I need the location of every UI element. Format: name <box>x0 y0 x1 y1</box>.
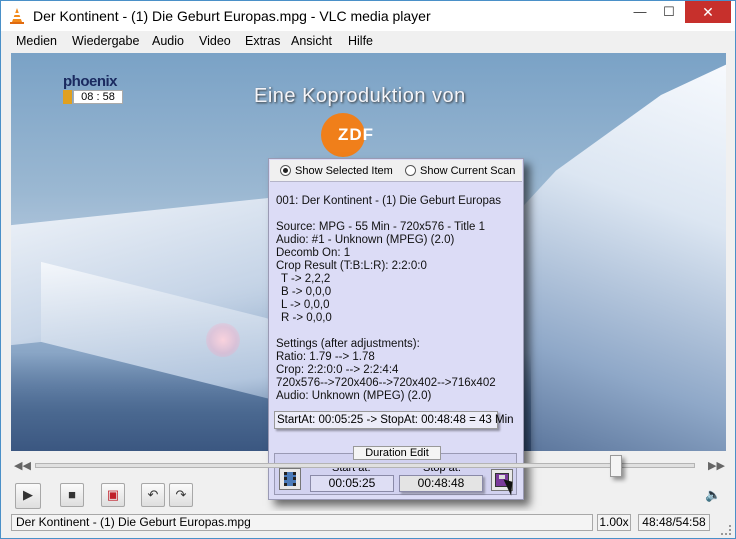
menu-wiedergabe[interactable]: Wiedergabe <box>72 34 139 48</box>
skip-back-icon[interactable]: ◀◀ <box>14 459 31 472</box>
vlc-window: Der Kontinent - (1) Die Geburt Europas.m… <box>0 0 736 539</box>
play-button[interactable]: ▶ <box>15 483 41 509</box>
status-time[interactable]: 48:48/54:58 <box>638 514 710 531</box>
info-crop-r-line: R -> 0,0,0 <box>281 312 332 324</box>
scan-info-panel: Show Selected Item Show Current Scan 001… <box>268 158 524 500</box>
menu-bar: Medien Wiedergabe Audio Video Extras Ans… <box>1 31 735 52</box>
menu-extras[interactable]: Extras <box>245 34 280 48</box>
view-mode-radios: Show Selected Item Show Current Scan <box>270 160 522 182</box>
info-source-line: Source: MPG - 55 Min - 720x576 - Title 1 <box>276 221 486 233</box>
info-crop-result-line: Crop Result (T:B:L:R): 2:2:0:0 <box>276 260 427 272</box>
info-crop-b-line: B -> 0,0,0 <box>281 286 332 298</box>
info-decomb-line: Decomb On: 1 <box>276 247 351 259</box>
info-crop-line: Crop: 2:2:0:0 --> 2:2:4:4 <box>276 364 399 376</box>
radio-selected-item-label[interactable]: Show Selected Item <box>295 165 393 177</box>
start-stop-summary: StartAt: 00:05:25 -> StopAt: 00:48:48 = … <box>274 411 514 429</box>
channel-logo-bar <box>63 90 72 104</box>
volume-icon[interactable]: 🔈 <box>705 487 721 503</box>
menu-ansicht[interactable]: Ansicht <box>291 34 332 48</box>
status-playback-speed[interactable]: 1.00x <box>597 514 631 531</box>
stop-button[interactable]: ■ <box>60 483 84 507</box>
video-caption: Eine Koproduktion von <box>254 85 466 107</box>
info-settings-header: Settings (after adjustments): <box>276 338 420 350</box>
seek-bar[interactable] <box>35 463 695 468</box>
video-lens-flare <box>206 323 240 357</box>
duration-edit-title: Duration Edit <box>353 446 441 460</box>
radio-current-scan-label[interactable]: Show Current Scan <box>420 165 515 177</box>
start-stop-summary-text: StartAt: 00:05:25 -> StopAt: 00:48:48 = … <box>277 414 514 426</box>
channel-logo-name: phoenix <box>63 73 118 90</box>
menu-audio[interactable]: Audio <box>152 34 184 48</box>
redo-button[interactable]: ↷ <box>169 483 193 507</box>
undo-button[interactable]: ↶ <box>141 483 165 507</box>
status-bar: Der Kontinent - (1) Die Geburt Europas.m… <box>1 511 735 538</box>
title-bar: Der Kontinent - (1) Die Geburt Europas.m… <box>1 1 735 31</box>
info-crop-l-line: L -> 0,0,0 <box>281 299 330 311</box>
close-button[interactable]: ✕ <box>685 1 731 23</box>
radio-current-scan[interactable] <box>405 165 416 176</box>
window-title: Der Kontinent - (1) Die Geburt Europas.m… <box>33 8 431 24</box>
film-strip-button[interactable] <box>279 468 301 490</box>
info-resolution-line: 720x576-->720x406-->720x402-->716x402 <box>276 377 496 389</box>
film-strip-icon <box>284 472 296 486</box>
menu-medien[interactable]: Medien <box>16 34 57 48</box>
info-audio-settings-line: Audio: Unknown (MPEG) (2.0) <box>276 390 432 402</box>
maximize-button[interactable]: ☐ <box>654 1 684 23</box>
channel-clock: 08 : 58 <box>73 90 123 104</box>
frame-by-frame-button[interactable]: ▣ <box>101 483 125 507</box>
resize-grip-icon[interactable] <box>721 525 731 535</box>
status-filename: Der Kontinent - (1) Die Geburt Europas.m… <box>11 514 593 531</box>
skip-forward-icon[interactable]: ▶▶ <box>708 459 725 472</box>
stop-at-field[interactable]: 00:48:48 <box>399 475 483 492</box>
menu-video[interactable]: Video <box>199 34 231 48</box>
channel-logo: phoenix 08 : 58 <box>63 73 125 107</box>
radio-selected-item[interactable] <box>280 165 291 176</box>
minimize-button[interactable]: — <box>625 1 655 23</box>
info-title-line: 001: Der Kontinent - (1) Die Geburt Euro… <box>276 195 502 207</box>
seek-handle[interactable] <box>610 455 622 477</box>
info-ratio-line: Ratio: 1.79 --> 1.78 <box>276 351 375 363</box>
vlc-cone-icon <box>10 8 24 24</box>
info-crop-t-line: T -> 2,2,2 <box>281 273 331 285</box>
menu-hilfe[interactable]: Hilfe <box>348 34 373 48</box>
start-at-field[interactable]: 00:05:25 <box>310 475 394 492</box>
info-audio-line: Audio: #1 - Unknown (MPEG) (2.0) <box>276 234 455 246</box>
zdf-logo-text: ZDF <box>338 125 375 144</box>
